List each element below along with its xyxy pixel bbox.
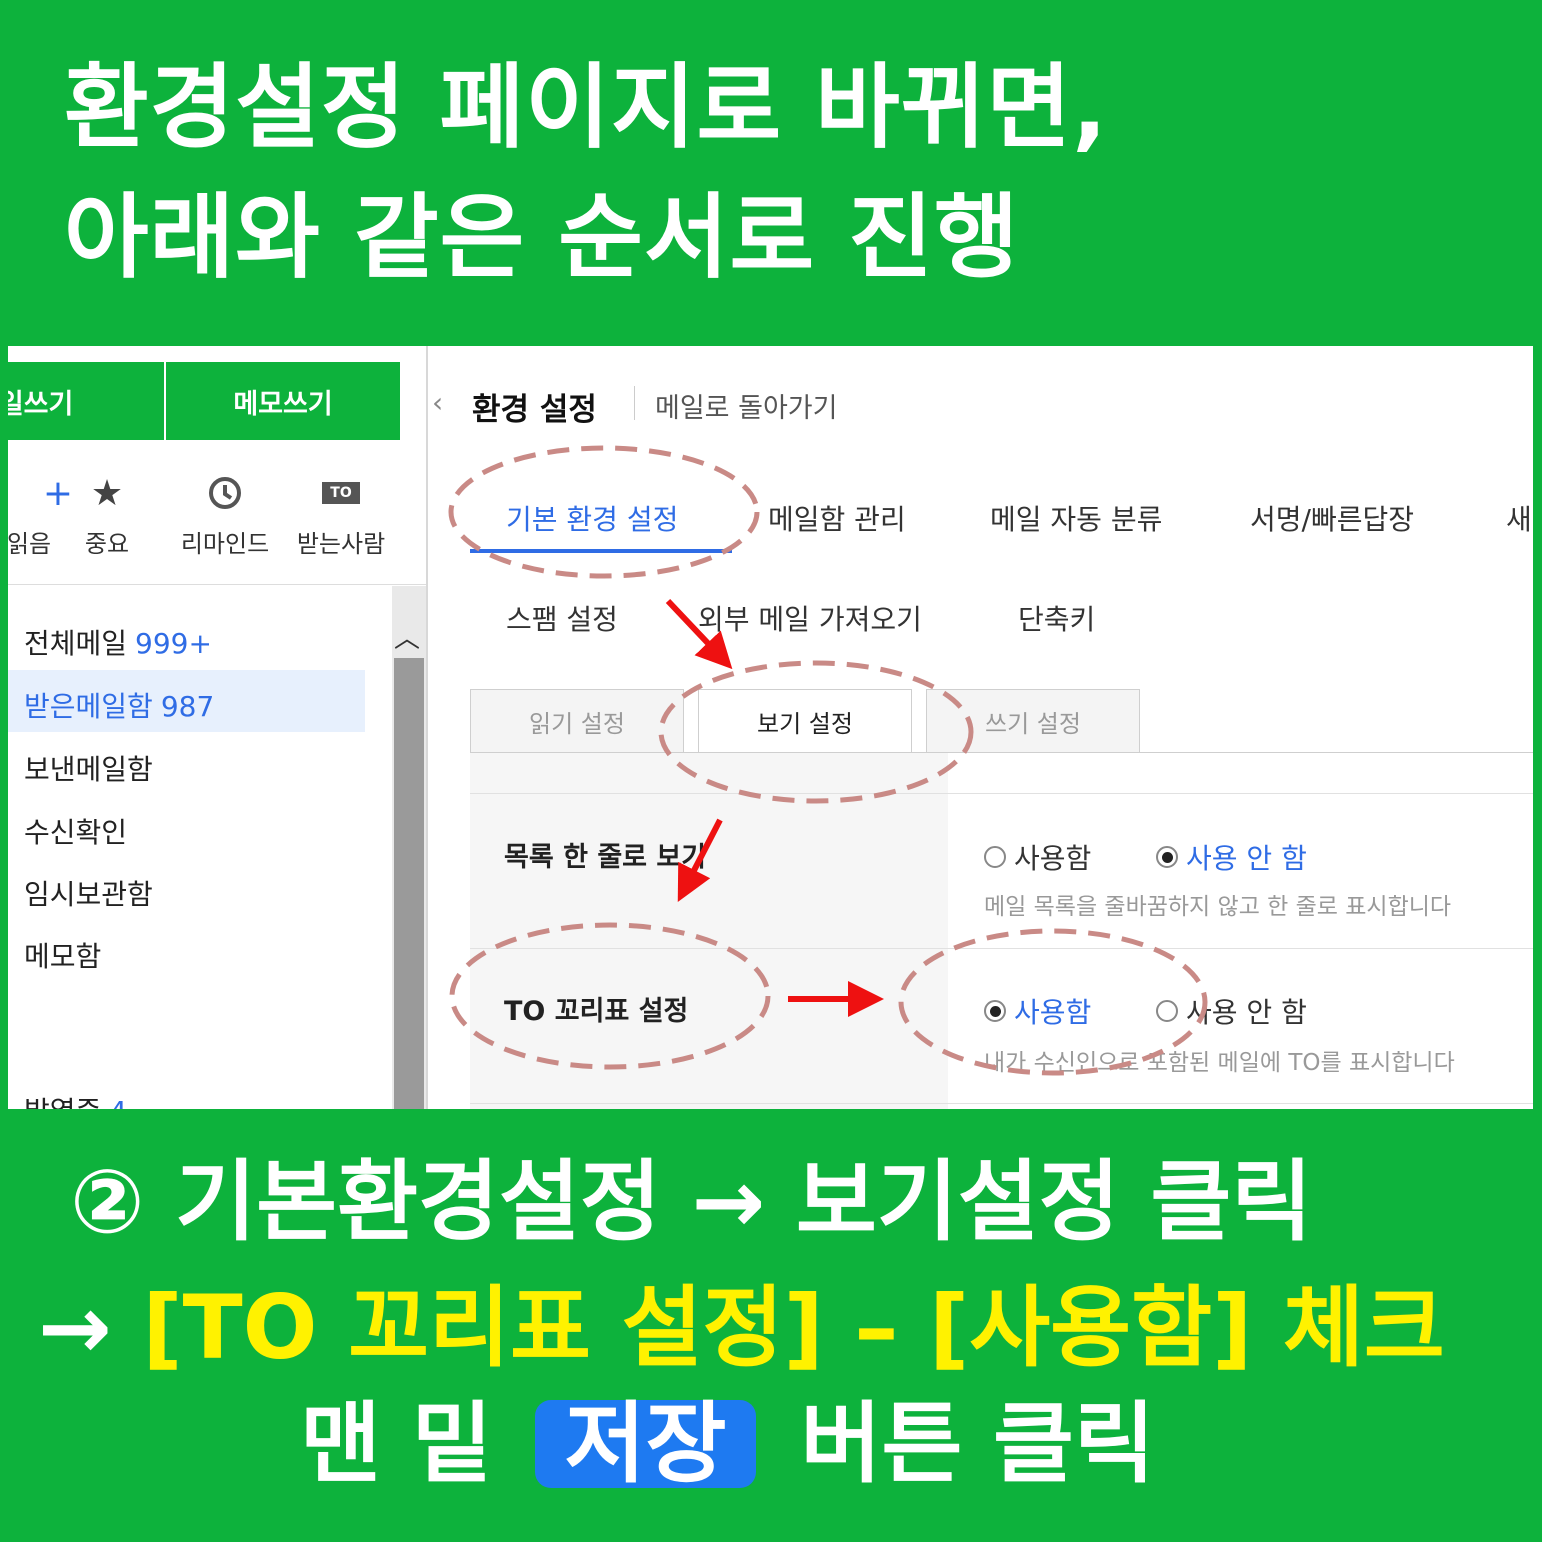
row-divider <box>470 793 1533 794</box>
headline-line2: 아래와 같은 순서로 진행 <box>64 184 1020 291</box>
tab-mailbox-management[interactable]: 메일함 관리 <box>768 498 906 538</box>
tab-signature[interactable]: 서명/빠른답장 <box>1250 498 1414 538</box>
page-title: 환경 설정 <box>472 392 597 428</box>
settings-label-column <box>470 753 948 1109</box>
radio-icon <box>1156 1000 1178 1022</box>
tab-spam-settings[interactable]: 스팸 설정 <box>506 598 618 638</box>
settings-table: 목록 한 줄로 보기 사용함 사용 안 함 메일 목록을 줄바꿈하지 않고 한 … <box>470 753 1533 1109</box>
star-icon: ★ <box>90 472 124 514</box>
save-button-chip: 저장 <box>534 1400 757 1488</box>
row-divider <box>470 948 1533 949</box>
subtab-view-settings[interactable]: 보기 설정 <box>698 689 912 753</box>
setting-label-one-line-list: 목록 한 줄로 보기 <box>504 842 707 873</box>
folder-count: 987 <box>160 690 215 723</box>
folder-read-receipt[interactable]: 수신확인 <box>24 811 127 851</box>
subtab-read-settings[interactable]: 읽기 설정 <box>470 689 684 753</box>
radio-to-tag-use[interactable]: 사용함 <box>984 991 1091 1031</box>
settings-main: ‹ 환경 설정 메일로 돌아가기 기본 환경 설정 메일함 관리 메일 자동 분… <box>428 346 1533 1109</box>
instruction-line1: ② 기본환경설정 → 보기설정 클릭 <box>70 1150 1313 1253</box>
to-badge-icon: TO <box>286 466 396 520</box>
quick-filter-label: 받는사람 <box>296 530 386 558</box>
instruction-pre: 맨 밑 <box>300 1392 493 1495</box>
mail-sidebar: 메일쓰기 메모쓰기 + 안읽음 ★ 중요 리마인드 TO 받는사람 <box>8 346 426 1109</box>
instruction-post: 버튼 클릭 <box>800 1392 1155 1495</box>
folder-memo[interactable]: 메모함 <box>24 935 101 975</box>
back-to-mail-link[interactable]: 메일로 돌아가기 <box>655 386 837 425</box>
write-mail-label: 메일쓰기 <box>8 388 74 420</box>
quick-filter-label: 중요 <box>84 530 130 558</box>
tab-more[interactable]: 새 <box>1506 498 1532 538</box>
row-divider <box>470 1103 1533 1104</box>
scroll-up-icon[interactable]: ︿ <box>394 618 420 655</box>
title-separator <box>634 386 635 420</box>
collapse-chevron-icon[interactable]: ‹ <box>432 386 443 419</box>
quick-filter-remind[interactable]: 리마인드 <box>170 466 280 559</box>
tab-shortcuts[interactable]: 단축키 <box>1018 598 1095 638</box>
tab-auto-sort[interactable]: 메일 자동 분류 <box>990 498 1162 538</box>
tab-external-mail[interactable]: 외부 메일 가져오기 <box>698 598 922 638</box>
subtab-write-settings[interactable]: 쓰기 설정 <box>926 689 1140 753</box>
clock-icon <box>170 466 280 520</box>
folder-count: 999+ <box>135 627 212 660</box>
folder-custom[interactable]: 발열중4 <box>24 1090 127 1109</box>
setting-label-to-tag: TO 꼬리표 설정 <box>504 996 689 1027</box>
instruction-arrow: → <box>38 1276 143 1379</box>
headline-line1: 환경설정 페이지로 바뀌면, <box>64 54 1109 161</box>
folder-inbox[interactable]: 받은메일함 987 <box>24 685 214 725</box>
radio-checked-icon <box>1156 846 1178 868</box>
sidebar-divider <box>8 584 426 585</box>
radio-one-line-not-use[interactable]: 사용 안 함 <box>1156 837 1307 877</box>
radio-to-tag-not-use[interactable]: 사용 안 함 <box>1156 991 1307 1031</box>
radio-checked-icon <box>984 1000 1006 1022</box>
quick-filter-important[interactable]: ★ 중요 <box>52 466 162 559</box>
setting-desc-to-tag: 내가 수신인으로 포함된 메일에 TO를 표시합니다 <box>984 1050 1455 1076</box>
instruction-line2: → [TO 꼬리표 설정] – [사용함] 체크 <box>38 1284 1445 1372</box>
quick-filter-to[interactable]: TO 받는사람 <box>286 466 396 559</box>
setting-desc-one-line-list: 메일 목록을 줄바꿈하지 않고 한 줄로 표시합니다 <box>984 894 1452 920</box>
radio-one-line-use[interactable]: 사용함 <box>984 837 1091 877</box>
instruction-highlight: [TO 꼬리표 설정] – [사용함] 체크 <box>142 1276 1445 1379</box>
folder-all-mail[interactable]: 전체메일 999+ <box>24 622 212 662</box>
write-mail-button[interactable]: 메일쓰기 <box>8 362 164 440</box>
sidebar-scrollbar-thumb[interactable] <box>394 658 424 1109</box>
write-memo-label: 메모쓰기 <box>233 388 333 420</box>
tab-basic-settings[interactable]: 기본 환경 설정 <box>506 498 678 538</box>
radio-icon <box>984 846 1006 868</box>
folder-sent[interactable]: 보낸메일함 <box>24 748 153 788</box>
folder-drafts[interactable]: 임시보관함 <box>24 873 153 913</box>
active-tab-underline <box>470 549 732 553</box>
quick-filter-label: 리마인드 <box>180 530 270 558</box>
instruction-line3: 맨 밑 저장 버튼 클릭 <box>300 1400 1155 1488</box>
write-memo-button[interactable]: 메모쓰기 <box>166 362 400 440</box>
settings-screenshot: 메일쓰기 메모쓰기 + 안읽음 ★ 중요 리마인드 TO 받는사람 <box>8 346 1533 1109</box>
quick-filter-row: + 안읽음 ★ 중요 리마인드 TO 받는사람 <box>8 466 426 566</box>
